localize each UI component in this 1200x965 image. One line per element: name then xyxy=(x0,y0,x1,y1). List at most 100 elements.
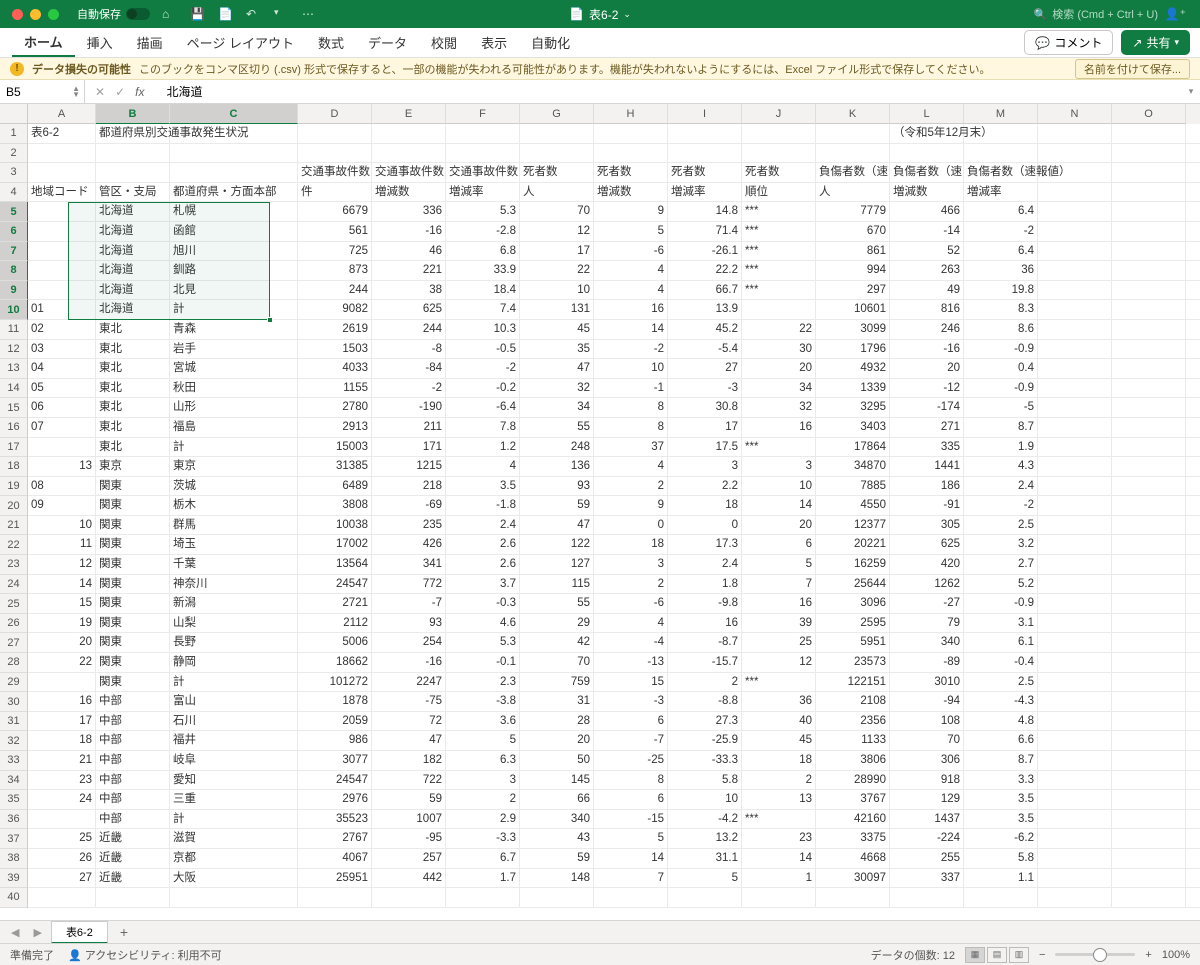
cell[interactable]: 816 xyxy=(890,300,964,319)
cell[interactable] xyxy=(1112,398,1186,417)
cell[interactable]: 10 xyxy=(742,477,816,496)
cell[interactable]: 45.2 xyxy=(668,320,742,339)
cell[interactable]: 3806 xyxy=(816,751,890,770)
cell[interactable]: 4067 xyxy=(298,849,372,868)
cell[interactable]: 東京 xyxy=(96,457,170,476)
cell[interactable]: 2.5 xyxy=(964,516,1038,535)
cell[interactable]: 24547 xyxy=(298,771,372,790)
cell[interactable]: 218 xyxy=(372,477,446,496)
account-icon[interactable]: 👤⁺ xyxy=(1165,7,1186,21)
cell[interactable]: -7 xyxy=(372,594,446,613)
col-header-B[interactable]: B xyxy=(96,104,170,124)
cell[interactable]: 32 xyxy=(520,379,594,398)
cell[interactable]: 340 xyxy=(890,633,964,652)
normal-view-icon[interactable]: ▦ xyxy=(965,947,985,963)
cell[interactable]: -1.8 xyxy=(446,496,520,515)
cell[interactable]: *** xyxy=(742,202,816,221)
cell[interactable]: 2356 xyxy=(816,712,890,731)
cell[interactable] xyxy=(1038,653,1112,672)
accept-formula-icon[interactable]: ✓ xyxy=(115,85,125,99)
cell[interactable]: 45 xyxy=(742,731,816,750)
redo-icon[interactable]: ▾ xyxy=(274,7,288,21)
cell[interactable]: 関東 xyxy=(96,477,170,496)
cell[interactable]: 22.2 xyxy=(668,261,742,280)
cell[interactable]: 栃木 xyxy=(170,496,298,515)
cell[interactable]: 31 xyxy=(520,692,594,711)
cell[interactable]: 2.5 xyxy=(964,673,1038,692)
window-controls[interactable] xyxy=(12,9,59,20)
cell[interactable] xyxy=(28,888,96,907)
cell[interactable]: 2.9 xyxy=(446,810,520,829)
cell[interactable] xyxy=(1112,281,1186,300)
cell[interactable]: 4.6 xyxy=(446,614,520,633)
cell[interactable]: 3295 xyxy=(816,398,890,417)
cell[interactable]: 1155 xyxy=(298,379,372,398)
cell[interactable]: 6.1 xyxy=(964,633,1038,652)
column-headers[interactable]: ABCDEFGHIJKLMNO xyxy=(28,104,1200,124)
cell[interactable] xyxy=(520,124,594,143)
col-header-D[interactable]: D xyxy=(298,104,372,124)
cell[interactable]: -3.8 xyxy=(446,692,520,711)
cell[interactable]: 6489 xyxy=(298,477,372,496)
cell[interactable]: 7.4 xyxy=(446,300,520,319)
cell[interactable]: 3.6 xyxy=(446,712,520,731)
cell[interactable]: 30097 xyxy=(816,869,890,888)
cell[interactable]: 2059 xyxy=(298,712,372,731)
col-header-H[interactable]: H xyxy=(594,104,668,124)
cell[interactable]: -3.3 xyxy=(446,829,520,848)
cell[interactable]: 36 xyxy=(964,261,1038,280)
cell[interactable] xyxy=(1038,202,1112,221)
cell[interactable]: 東北 xyxy=(96,379,170,398)
cell[interactable] xyxy=(1038,163,1112,182)
cell[interactable]: 近畿 xyxy=(96,829,170,848)
cell[interactable] xyxy=(520,888,594,907)
cell[interactable]: 4033 xyxy=(298,359,372,378)
cell[interactable]: 中部 xyxy=(96,790,170,809)
cell[interactable]: -6 xyxy=(594,242,668,261)
cell[interactable] xyxy=(170,888,298,907)
cell[interactable]: 中部 xyxy=(96,810,170,829)
cell[interactable] xyxy=(890,888,964,907)
cell[interactable] xyxy=(1112,810,1186,829)
cell[interactable] xyxy=(742,124,816,143)
cell[interactable]: 10 xyxy=(28,516,96,535)
sheet-tab-active[interactable]: 表6-2 xyxy=(51,921,108,944)
cell[interactable]: 2.4 xyxy=(964,477,1038,496)
cell[interactable] xyxy=(964,888,1038,907)
cell[interactable]: 10 xyxy=(594,359,668,378)
cell[interactable]: -84 xyxy=(372,359,446,378)
cell[interactable]: -1 xyxy=(594,379,668,398)
cell[interactable] xyxy=(1112,320,1186,339)
cell[interactable] xyxy=(1038,555,1112,574)
cell[interactable] xyxy=(1038,594,1112,613)
cell[interactable] xyxy=(742,888,816,907)
cell[interactable]: 59 xyxy=(520,496,594,515)
row-header-30[interactable]: 30 xyxy=(0,692,28,712)
cell[interactable] xyxy=(1112,653,1186,672)
cancel-formula-icon[interactable]: ✕ xyxy=(95,85,105,99)
cell[interactable]: 2247 xyxy=(372,673,446,692)
cell[interactable]: 近畿 xyxy=(96,849,170,868)
cell[interactable]: 2767 xyxy=(298,829,372,848)
cell[interactable]: 管区・支局 xyxy=(96,183,170,202)
cell[interactable] xyxy=(1038,359,1112,378)
cell[interactable]: 6 xyxy=(594,790,668,809)
cell[interactable]: 145 xyxy=(520,771,594,790)
cell[interactable]: 29 xyxy=(520,614,594,633)
cell[interactable]: 257 xyxy=(372,849,446,868)
row-header-12[interactable]: 12 xyxy=(0,340,28,360)
ribbon-tab-5[interactable]: データ xyxy=(356,28,419,57)
cell[interactable]: 死者数 xyxy=(668,163,742,182)
cell[interactable]: -14 xyxy=(890,222,964,241)
cell[interactable] xyxy=(1038,261,1112,280)
cell[interactable]: 4550 xyxy=(816,496,890,515)
cell[interactable]: -190 xyxy=(372,398,446,417)
cell[interactable]: -2 xyxy=(372,379,446,398)
cell[interactable]: 福井 xyxy=(170,731,298,750)
cell[interactable]: 22 xyxy=(28,653,96,672)
cell[interactable]: 山梨 xyxy=(170,614,298,633)
cell[interactable]: 地域コード xyxy=(28,183,96,202)
cell[interactable] xyxy=(372,144,446,163)
cell[interactable] xyxy=(1112,496,1186,515)
cell[interactable]: 1796 xyxy=(816,340,890,359)
